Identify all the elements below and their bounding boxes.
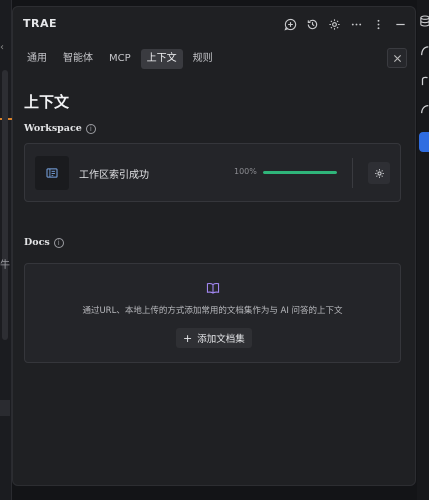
more-vertical-icon[interactable] bbox=[369, 15, 387, 33]
divider bbox=[352, 158, 353, 188]
database-icon[interactable] bbox=[420, 14, 429, 30]
minimize-icon[interactable] bbox=[391, 15, 409, 33]
add-docs-label: 添加文档集 bbox=[197, 334, 245, 345]
add-docs-button[interactable]: + 添加文档集 bbox=[176, 328, 252, 348]
settings-icon[interactable] bbox=[325, 15, 343, 33]
settings-panel: TRAE 通用 智能体 MCP 上下文 规则 上下文 Workspace i 工… bbox=[12, 6, 416, 486]
docs-description: 通过URL、本地上传的方式添加常用的文档集作为与 AI 问答的上下文 bbox=[82, 306, 343, 316]
index-progress-bar bbox=[263, 171, 337, 174]
workspace-card: 工作区索引成功 100% bbox=[24, 143, 401, 202]
tab-agents[interactable]: 智能体 bbox=[57, 49, 99, 69]
info-icon[interactable]: i bbox=[53, 237, 64, 248]
tab-rules[interactable]: 规则 bbox=[187, 49, 219, 69]
close-button[interactable] bbox=[387, 48, 407, 68]
info-icon[interactable]: i bbox=[85, 123, 96, 134]
workspace-section-header: Workspace i bbox=[24, 123, 96, 134]
index-status: 工作区索引成功 bbox=[79, 170, 149, 181]
panel-titlebar: TRAE bbox=[13, 7, 415, 41]
tab-context[interactable]: 上下文 bbox=[140, 49, 183, 69]
editor-text-fragment: 牛 bbox=[0, 260, 10, 271]
index-percent: 100% bbox=[234, 167, 257, 176]
app-title: TRAE bbox=[23, 17, 58, 30]
tab-general[interactable]: 通用 bbox=[21, 49, 53, 69]
workspace-settings-button[interactable] bbox=[368, 162, 390, 184]
activity-bar bbox=[417, 0, 429, 500]
editor-scrollbar[interactable] bbox=[2, 70, 8, 340]
activity-item-active[interactable] bbox=[419, 132, 429, 152]
tab-mcp[interactable]: MCP bbox=[103, 49, 137, 69]
settings-tabs: 通用 智能体 MCP 上下文 规则 bbox=[21, 49, 219, 69]
docs-section-header: Docs i bbox=[24, 237, 64, 248]
index-progress-fill bbox=[263, 171, 337, 174]
more-horizontal-icon[interactable] bbox=[347, 15, 365, 33]
editor-block bbox=[0, 400, 10, 416]
editor-edge: ‹ 牛 bbox=[0, 0, 12, 500]
activity-icon-4[interactable] bbox=[420, 102, 429, 118]
docs-card: 通过URL、本地上传的方式添加常用的文档集作为与 AI 问答的上下文 + 添加文… bbox=[24, 263, 401, 363]
history-icon[interactable] bbox=[303, 15, 321, 33]
book-icon bbox=[206, 279, 220, 298]
workspace-label: Workspace bbox=[24, 123, 82, 134]
gear-icon bbox=[374, 168, 384, 178]
new-chat-icon[interactable] bbox=[281, 15, 299, 33]
title-actions bbox=[281, 15, 409, 33]
index-icon bbox=[35, 156, 69, 190]
chevron-left-icon: ‹ bbox=[0, 42, 4, 53]
page-title: 上下文 bbox=[24, 93, 70, 111]
plus-icon: + bbox=[183, 331, 193, 345]
close-icon bbox=[393, 54, 401, 62]
activity-icon-2[interactable] bbox=[420, 44, 429, 60]
docs-label: Docs bbox=[24, 237, 50, 248]
activity-icon-3[interactable] bbox=[420, 74, 429, 90]
